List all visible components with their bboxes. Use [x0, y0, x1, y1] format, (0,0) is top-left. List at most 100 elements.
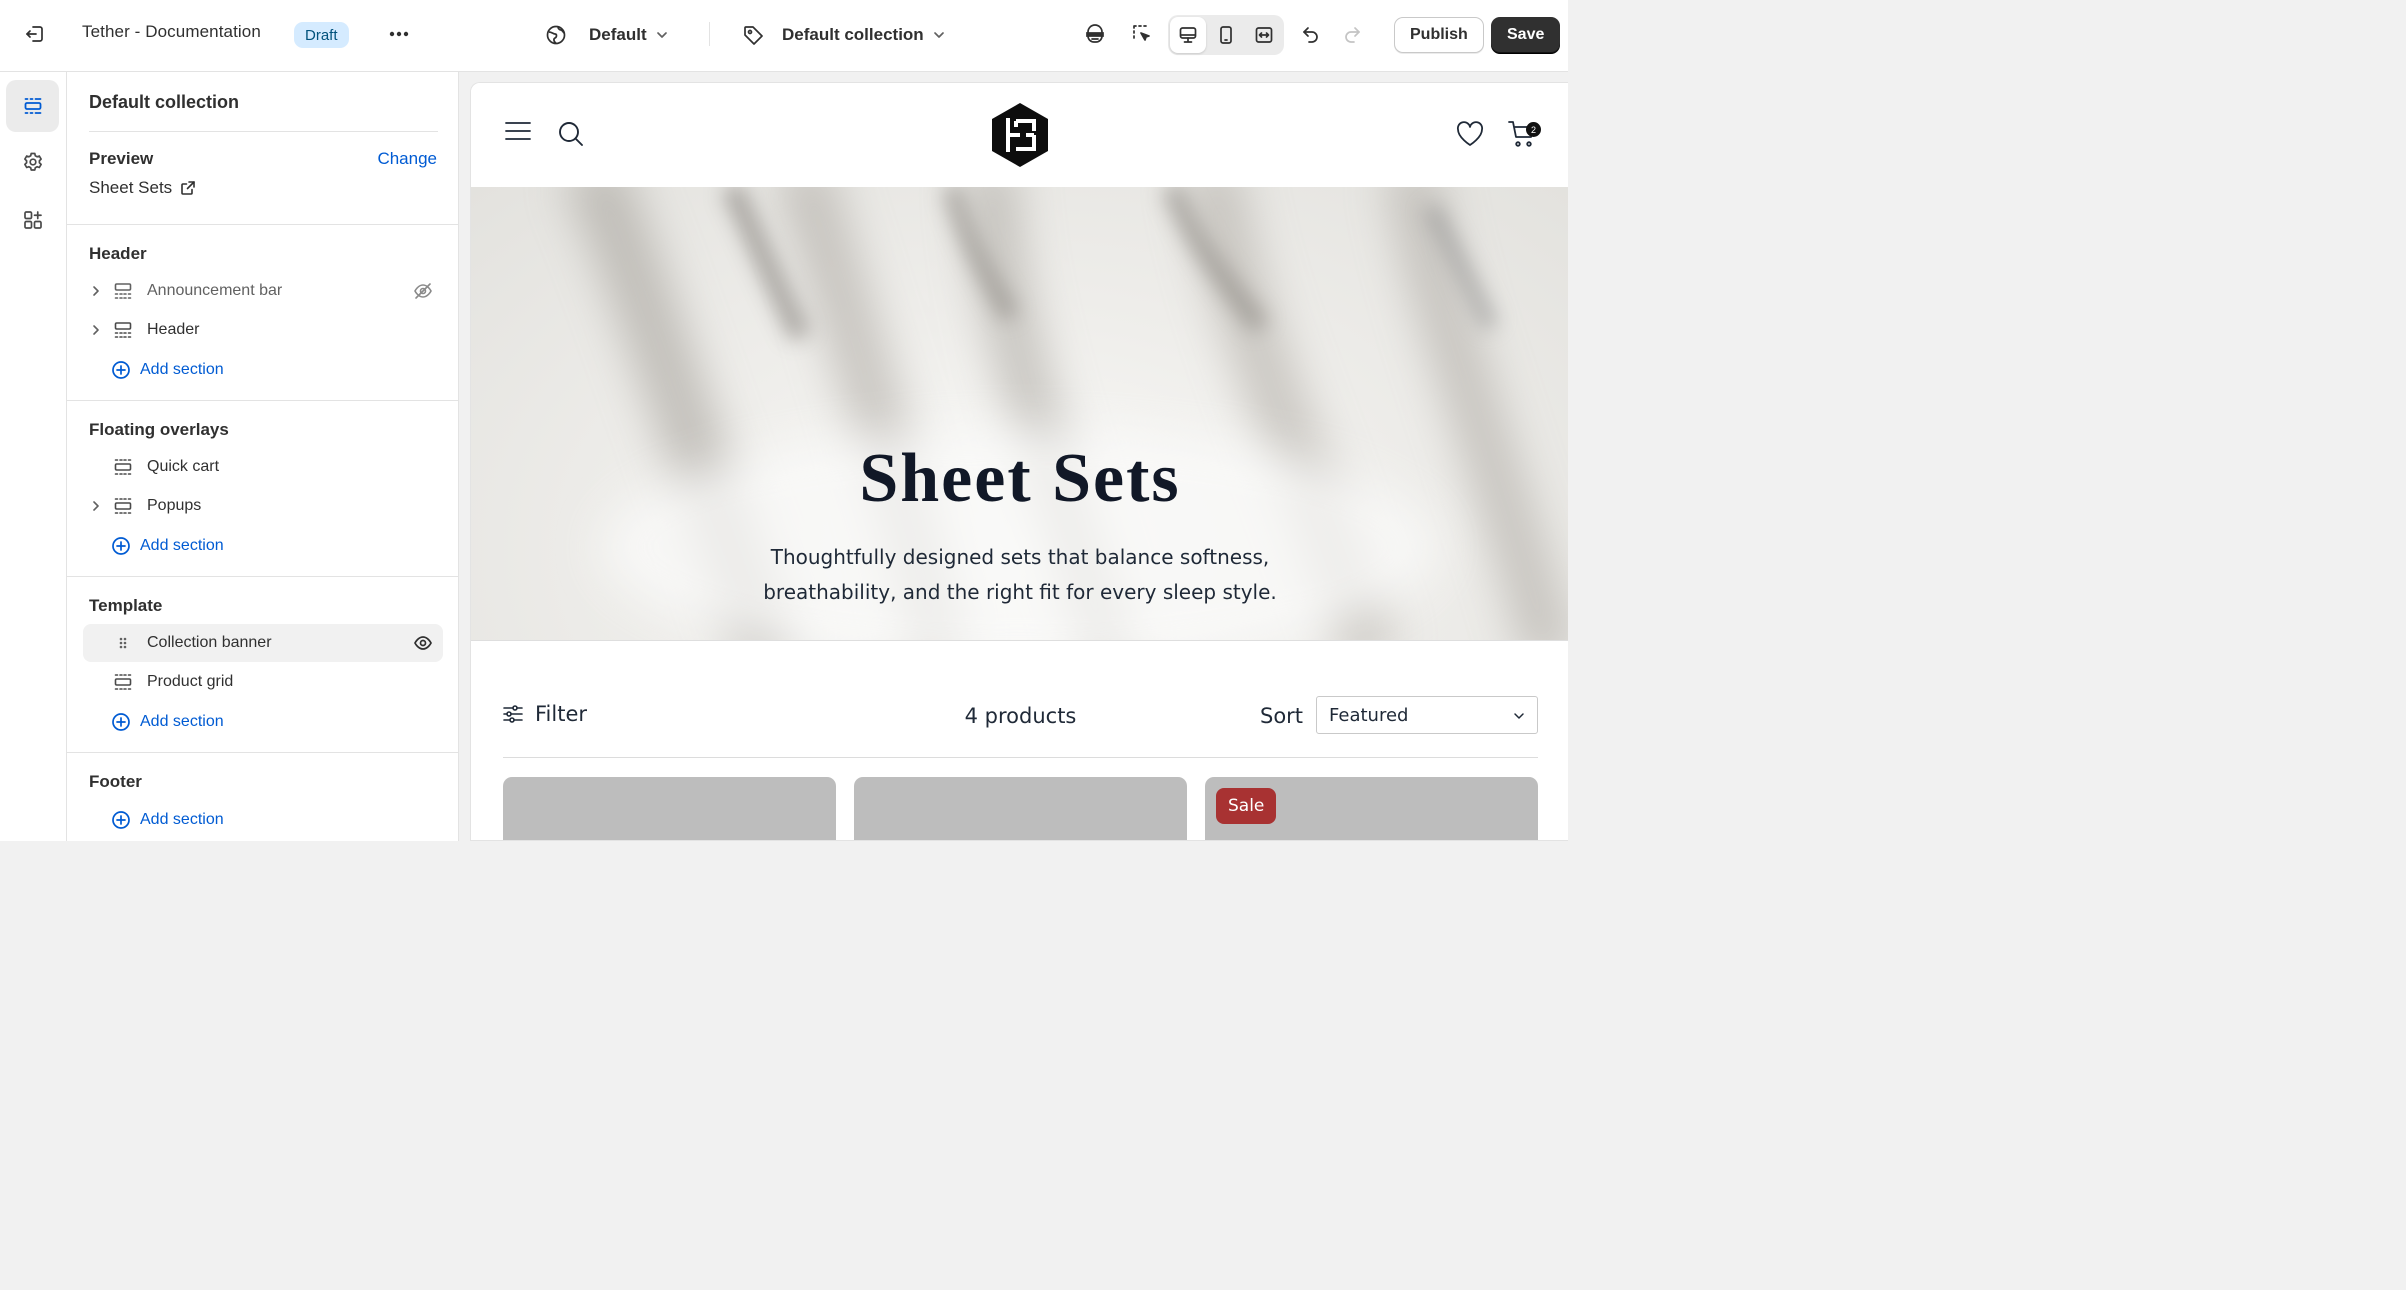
- save-button[interactable]: Save: [1491, 17, 1561, 53]
- template-selector[interactable]: Default: [545, 16, 669, 54]
- preview-resource-name: Sheet Sets: [89, 178, 173, 197]
- plus-circle-icon: [112, 361, 130, 379]
- collection-selector-label: Default collection: [782, 25, 924, 44]
- hamburger-menu-icon[interactable]: [505, 121, 531, 141]
- sort-select[interactable]: Featured: [1316, 696, 1538, 734]
- section-row-header[interactable]: Header: [83, 311, 443, 349]
- sale-badge: Sale: [1216, 788, 1277, 824]
- fullscreen-view-button[interactable]: [1246, 17, 1282, 53]
- add-section-label: Add section: [140, 811, 224, 828]
- banner-subtitle: Thoughtfully designed sets that balance …: [720, 540, 1320, 610]
- section-label: Product grid: [147, 673, 234, 690]
- add-section-label: Add section: [140, 713, 224, 730]
- exit-button[interactable]: [17, 16, 53, 52]
- nav-theme-settings-button[interactable]: [6, 136, 59, 188]
- sort-label: Sort: [1260, 704, 1304, 728]
- sidekick-button[interactable]: [1077, 16, 1113, 52]
- preview-label: Preview: [89, 149, 154, 168]
- gear-icon: [23, 152, 42, 171]
- chevron-down-icon: [656, 32, 667, 38]
- search-icon[interactable]: [557, 120, 585, 148]
- more-actions-button[interactable]: [381, 16, 417, 52]
- section-icon: [109, 320, 137, 340]
- collection-selector[interactable]: Default collection: [742, 16, 946, 54]
- section-icon: [109, 457, 137, 477]
- sort-select-value: Featured: [1329, 704, 1409, 726]
- expand-chevron-icon[interactable]: [83, 324, 109, 336]
- product-card[interactable]: Sale: [1205, 777, 1538, 840]
- chevron-down-icon: [1514, 713, 1524, 719]
- collection-banner[interactable]: Sheet Sets Thoughtfully designed sets th…: [471, 187, 1568, 641]
- section-row-quick-cart[interactable]: Quick cart: [83, 448, 443, 486]
- external-link-icon: [181, 181, 195, 195]
- add-section-label: Add section: [140, 537, 224, 554]
- section-label: Announcement bar: [147, 282, 283, 299]
- drag-handle-icon[interactable]: [109, 636, 137, 650]
- section-label: Collection banner: [147, 634, 272, 651]
- section-row-collection-banner[interactable]: Collection banner: [83, 624, 443, 662]
- section-row-popups[interactable]: Popups: [83, 487, 443, 525]
- storefront-preview: 2 Sheet Sets Thoughtfully designed sets …: [470, 82, 1568, 841]
- nav-sections-button[interactable]: [6, 80, 59, 132]
- add-section-button-overlays[interactable]: Add section: [111, 531, 224, 561]
- banner-subtitle-line: breathability, and the right fit for eve…: [763, 580, 1277, 604]
- banner-subtitle-line: Thoughtfully designed sets that balance …: [770, 545, 1270, 569]
- product-card[interactable]: [503, 777, 836, 840]
- mobile-icon: [1220, 26, 1232, 44]
- group-divider: [67, 224, 458, 225]
- plus-circle-icon: [112, 713, 130, 731]
- desktop-view-button[interactable]: [1170, 17, 1206, 53]
- add-section-button-header[interactable]: Add section: [111, 355, 224, 385]
- theme-name: Tether - Documentation: [82, 22, 261, 41]
- section-row-product-grid[interactable]: Product grid: [83, 663, 443, 701]
- group-divider: [67, 400, 458, 401]
- section-label: Header: [147, 321, 200, 338]
- preview-resource-link[interactable]: Sheet Sets: [89, 178, 196, 198]
- toolbar-divider: [503, 757, 1538, 758]
- section-icon: [109, 672, 137, 692]
- publish-button[interactable]: Publish: [1394, 17, 1484, 53]
- expand-chevron-icon[interactable]: [83, 285, 109, 297]
- plus-circle-icon: [112, 537, 130, 555]
- sections-sidebar: Default collection Preview Change Sheet …: [67, 72, 459, 841]
- undo-icon: [1303, 27, 1318, 43]
- desktop-icon: [1179, 27, 1197, 43]
- viewport-toggle: [1168, 15, 1284, 55]
- editor-topbar: Tether - Documentation Draft Default Def…: [0, 0, 1568, 72]
- section-icon: [109, 496, 137, 516]
- add-section-button-footer[interactable]: Add section: [111, 805, 224, 835]
- editor-nav-rail: [0, 72, 67, 841]
- sections-icon: [24, 98, 41, 114]
- group-title-footer: Footer: [89, 772, 142, 791]
- nav-apps-button[interactable]: [6, 194, 59, 246]
- eye-icon[interactable]: [413, 633, 433, 653]
- chevron-down-icon: [933, 32, 944, 38]
- expand-chevron-icon[interactable]: [83, 500, 109, 512]
- product-card[interactable]: [854, 777, 1187, 840]
- sidekick-icon: [1086, 24, 1104, 43]
- wishlist-heart-icon[interactable]: [1455, 120, 1485, 148]
- collection-toolbar: Filter 4 products Sort Featured: [503, 691, 1538, 741]
- inspector-button[interactable]: [1124, 16, 1160, 52]
- section-label: Quick cart: [147, 458, 220, 475]
- group-divider: [67, 576, 458, 577]
- add-section-label: Add section: [140, 361, 224, 378]
- group-title-header: Header: [89, 244, 147, 263]
- change-preview-link[interactable]: Change: [377, 149, 437, 169]
- add-section-button-template[interactable]: Add section: [111, 707, 224, 737]
- section-icon: [109, 281, 137, 301]
- fullscreen-icon: [1255, 27, 1273, 43]
- section-row-announcement-bar[interactable]: Announcement bar: [83, 272, 443, 310]
- undo-button[interactable]: [1293, 16, 1329, 52]
- banner-title: Sheet Sets: [859, 440, 1181, 517]
- group-divider: [67, 752, 458, 753]
- ellipsis-icon: [389, 31, 409, 37]
- toolbar-divider: [709, 22, 710, 46]
- inspector-cursor-icon: [1133, 25, 1150, 41]
- store-logo[interactable]: [986, 101, 1054, 169]
- redo-button[interactable]: [1334, 16, 1370, 52]
- mobile-view-button[interactable]: [1208, 17, 1244, 53]
- tag-icon: [744, 26, 763, 45]
- eye-hidden-icon[interactable]: [413, 281, 433, 301]
- storefront-header: 2: [471, 83, 1568, 187]
